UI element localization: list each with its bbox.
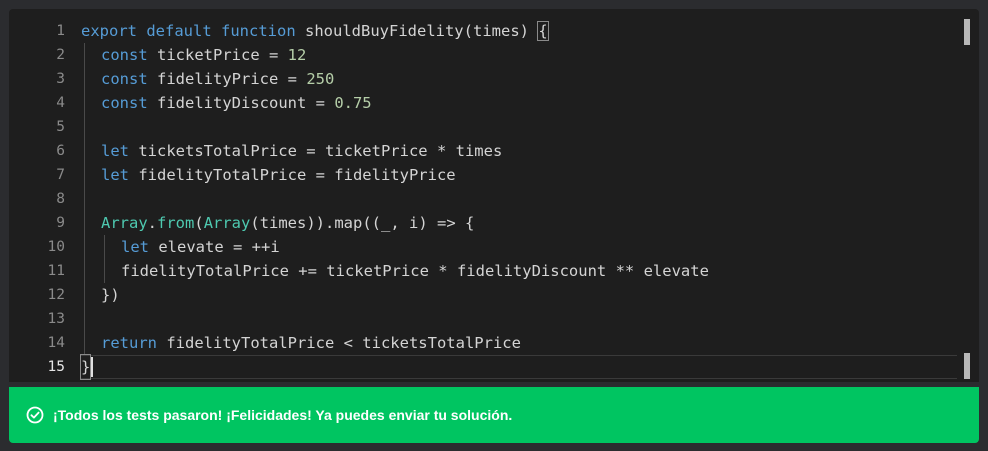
line-number: 12 bbox=[47, 287, 65, 303]
code-text: ticketPrice = bbox=[147, 46, 288, 64]
line-number: 6 bbox=[56, 143, 65, 159]
keyword: const bbox=[101, 70, 148, 88]
code-text: (times) bbox=[463, 22, 539, 40]
keyword: default bbox=[146, 22, 212, 40]
code-text: elevate = ++i bbox=[149, 238, 280, 256]
keyword: return bbox=[101, 334, 157, 352]
check-circle-icon bbox=[26, 406, 44, 424]
code-text: ticketsTotalPrice = ticketPrice * times bbox=[129, 142, 503, 160]
code-text: fidelityPrice = bbox=[147, 70, 307, 88]
number-literal: 0.75 bbox=[334, 94, 372, 112]
line-number: 3 bbox=[56, 71, 65, 87]
keyword: const bbox=[101, 94, 148, 112]
code-text: ( bbox=[194, 214, 204, 232]
code-line-7: let fidelityTotalPrice = fidelityPrice bbox=[101, 163, 456, 187]
line-number: 14 bbox=[47, 335, 65, 351]
method-name: from bbox=[157, 214, 195, 232]
line-number-gutter: 1 2 3 4 5 6 7 8 9 10 11 12 13 14 15 bbox=[9, 9, 71, 382]
type-name: Array bbox=[203, 214, 251, 232]
code-line-15: } bbox=[79, 354, 92, 380]
code-line-2: const ticketPrice = 12 bbox=[101, 43, 306, 67]
code-line-1: export default function shouldBuyFidelit… bbox=[81, 19, 549, 43]
keyword: let bbox=[121, 238, 149, 256]
line-number: 13 bbox=[47, 311, 65, 327]
keyword: export bbox=[81, 22, 137, 40]
indent-guide bbox=[104, 235, 105, 283]
code-editor[interactable]: 1 2 3 4 5 6 7 8 9 10 11 12 13 14 15 expo… bbox=[9, 9, 979, 382]
code-line-11: fidelityTotalPrice += ticketPrice * fide… bbox=[121, 262, 709, 280]
number-literal: 250 bbox=[306, 70, 335, 88]
keyword: const bbox=[101, 46, 148, 64]
line-number: 9 bbox=[56, 215, 65, 231]
line-number-active: 15 bbox=[47, 359, 65, 375]
code-text: fidelityTotalPrice < ticketsTotalPrice bbox=[157, 334, 521, 352]
code-line-6: let ticketsTotalPrice = ticketPrice * ti… bbox=[101, 139, 502, 163]
function-name: shouldBuyFidelity bbox=[295, 22, 464, 40]
line-number: 8 bbox=[56, 191, 65, 207]
code-line-14: return fidelityTotalPrice < ticketsTotal… bbox=[101, 331, 521, 355]
scrollbar-bottom-thumb[interactable] bbox=[964, 353, 970, 379]
code-line-10: let elevate = ++i bbox=[121, 235, 280, 259]
code-content[interactable]: export default function shouldBuyFidelit… bbox=[79, 9, 957, 382]
code-text: fidelityTotalPrice = fidelityPrice bbox=[129, 166, 456, 184]
line-number: 2 bbox=[56, 47, 65, 63]
success-message: ¡Todos los tests pasaron! ¡Felicidades! … bbox=[53, 407, 513, 423]
indent-guide bbox=[84, 43, 85, 355]
keyword: let bbox=[101, 142, 129, 160]
matched-brace: { bbox=[537, 21, 549, 41]
code-text: (times)).map((_, i) => { bbox=[250, 214, 475, 232]
keyword: function bbox=[221, 22, 296, 40]
text-cursor bbox=[91, 357, 93, 377]
line-number: 4 bbox=[56, 95, 65, 111]
scrollbar-top-thumb[interactable] bbox=[964, 19, 970, 45]
code-line-4: const fidelityDiscount = 0.75 bbox=[101, 91, 372, 115]
line-number: 10 bbox=[47, 239, 65, 255]
code-line-3: const fidelityPrice = 250 bbox=[101, 67, 334, 91]
code-line-12: }) bbox=[101, 286, 120, 304]
success-banner: ¡Todos los tests pasaron! ¡Felicidades! … bbox=[9, 387, 979, 443]
code-line-9: Array.from(Array(times)).map((_, i) => { bbox=[101, 211, 474, 235]
type-name: Array bbox=[101, 214, 148, 232]
line-number: 5 bbox=[56, 119, 65, 135]
code-text: fidelityDiscount = bbox=[147, 94, 335, 112]
line-number: 11 bbox=[47, 263, 65, 279]
line-number: 1 bbox=[56, 23, 65, 39]
code-text: . bbox=[147, 214, 158, 232]
line-number: 7 bbox=[56, 167, 65, 183]
number-literal: 12 bbox=[287, 46, 307, 64]
keyword: let bbox=[101, 166, 129, 184]
